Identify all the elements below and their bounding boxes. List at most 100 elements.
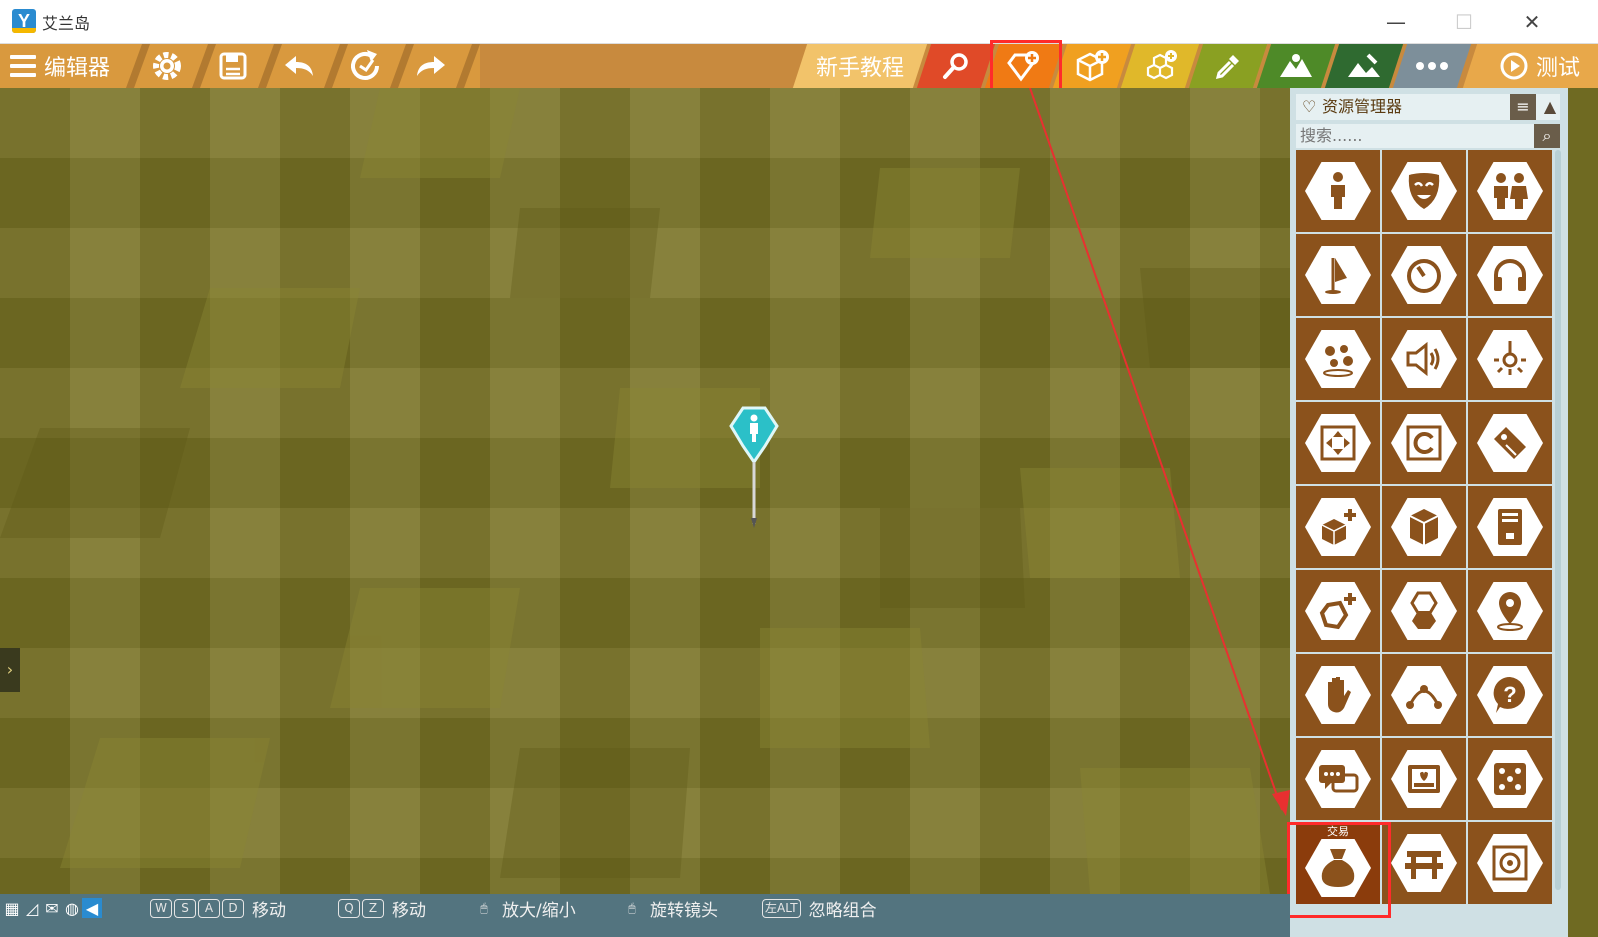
eyedropper-icon [1215, 55, 1239, 80]
collapse-icon[interactable]: ▲ [1540, 94, 1560, 120]
device-icon [1498, 509, 1522, 545]
question-icon: ? [1493, 676, 1526, 713]
resource-add-block[interactable] [1296, 486, 1380, 568]
resource-reset-area[interactable] [1382, 402, 1466, 484]
panel-scrollbar[interactable] [1555, 150, 1561, 890]
status-bar: ▦ ◿ ✉ ◍ ◀ W S A D 移动 Q Z 移动 🖱 放大/缩小 🖱 旋转… [0, 894, 1290, 937]
scene-viewport[interactable]: › [0, 88, 1290, 894]
svg-text:?: ? [1503, 682, 1516, 707]
resource-add-shape[interactable] [1296, 570, 1380, 652]
mouse-right-icon: 🖱 [628, 900, 636, 915]
resource-path[interactable] [1382, 654, 1466, 736]
brush-terrain-icon [1348, 53, 1380, 77]
resource-light[interactable] [1468, 318, 1552, 400]
resource-flag[interactable] [1296, 234, 1380, 316]
bezier-icon [1406, 685, 1442, 709]
box-icon [1409, 509, 1439, 545]
status-icons: ▦ ◿ ✉ ◍ ◀ [2, 896, 102, 920]
hex-add-icon [1319, 593, 1356, 630]
mask-icon [1408, 173, 1440, 209]
resource-target-area[interactable] [1468, 822, 1552, 904]
mail-icon[interactable]: ✉ [42, 898, 62, 918]
search-input[interactable]: 搜索...... ⌕ [1296, 124, 1560, 148]
resource-character[interactable] [1382, 150, 1466, 232]
hint-zoom-label: 放大/缩小 [502, 900, 576, 921]
close-button[interactable]: ✕ [1512, 8, 1552, 36]
key-z: Z [362, 898, 384, 918]
eyedropper-tab[interactable] [1188, 44, 1268, 88]
add-block-tab[interactable] [1052, 44, 1132, 88]
history-button[interactable] [344, 44, 386, 88]
globe-icon[interactable]: ◍ [62, 898, 82, 918]
paint-terrain-tab[interactable] [1324, 44, 1404, 88]
resource-shape[interactable] [1382, 570, 1466, 652]
grid-icon[interactable]: ▦ [2, 898, 22, 918]
hint-rotate-label: 旋转镜头 [650, 900, 718, 921]
mouse-wheel-icon: 🖱 [480, 900, 488, 915]
more-icon [1416, 62, 1448, 70]
resource-audio[interactable] [1468, 234, 1552, 316]
resource-timer[interactable] [1382, 234, 1466, 316]
bench-icon [1405, 851, 1443, 879]
test-tab[interactable]: 测试 [1462, 44, 1598, 88]
minimize-button[interactable]: — [1376, 8, 1416, 36]
editor-label: 编辑器 [44, 56, 111, 81]
window-title-bar: Y 艾兰岛 — ☐ ✕ [0, 0, 1598, 44]
more-tab[interactable] [1392, 44, 1472, 88]
panel-title: 资源管理器 [1322, 97, 1403, 116]
resource-particles[interactable] [1296, 318, 1380, 400]
target-box-icon [1492, 845, 1528, 881]
resource-tag[interactable] [1468, 402, 1552, 484]
key-w: W [150, 898, 172, 918]
resource-question[interactable]: ? [1468, 654, 1552, 736]
hint-move-label: 移动 [252, 900, 286, 921]
headphones-icon [1494, 259, 1526, 291]
main-toolbar: 编辑器 新手教程 测试 [0, 44, 1598, 88]
key-q: Q [338, 898, 360, 918]
settings-button[interactable] [146, 44, 188, 88]
hint-zoom: 🖱 放大/缩小 [474, 896, 576, 921]
resource-location[interactable] [1468, 570, 1552, 652]
tutorial-label: 新手教程 [815, 56, 904, 81]
screen-icon [1408, 765, 1440, 793]
resource-dialogue[interactable] [1296, 738, 1380, 820]
tutorial-tab[interactable]: 新手教程 [792, 44, 928, 88]
resource-dice[interactable] [1468, 738, 1552, 820]
panel-search-icon[interactable]: ⌕ [1534, 124, 1560, 148]
redo-button[interactable] [410, 44, 452, 88]
left-panel-toggle[interactable]: › [0, 648, 20, 692]
resource-interaction[interactable] [1296, 654, 1380, 736]
hint-rotate: 🖱 旋转镜头 [622, 896, 718, 921]
maximize-button[interactable]: ☐ [1444, 8, 1484, 36]
spawn-point-marker[interactable] [729, 406, 779, 536]
resource-npc[interactable] [1296, 150, 1380, 232]
resource-bench[interactable] [1382, 822, 1466, 904]
add-blocks-tab[interactable] [1120, 44, 1200, 88]
restore-icon [351, 50, 379, 80]
chat-icon [1319, 765, 1359, 793]
resource-group[interactable] [1468, 150, 1552, 232]
gear-icon [153, 52, 181, 80]
timer-icon [1407, 259, 1441, 293]
triangle-icon[interactable]: ◿ [22, 898, 42, 918]
key-s: S [174, 898, 196, 918]
terrain-tab[interactable] [1256, 44, 1336, 88]
mountain-icon [1280, 54, 1312, 77]
hand-icon [1328, 677, 1351, 713]
speaker-icon [1406, 341, 1440, 377]
search-tab[interactable] [916, 44, 996, 88]
resource-sound[interactable] [1382, 318, 1466, 400]
undo-button[interactable] [278, 44, 320, 88]
redo-icon [417, 56, 445, 76]
panel-title-icon: ♡ [1302, 97, 1317, 116]
cube-plus-icon [1076, 50, 1109, 82]
camera-icon[interactable]: ◀ [82, 898, 102, 918]
resource-move-area[interactable] [1296, 402, 1380, 484]
resource-device[interactable] [1468, 486, 1552, 568]
editor-menu-button[interactable]: 编辑器 [10, 44, 130, 88]
save-button[interactable] [212, 44, 254, 88]
resource-display[interactable] [1382, 738, 1466, 820]
list-view-icon[interactable]: ≡ [1510, 94, 1536, 120]
key-d: D [222, 898, 244, 918]
resource-block[interactable] [1382, 486, 1466, 568]
